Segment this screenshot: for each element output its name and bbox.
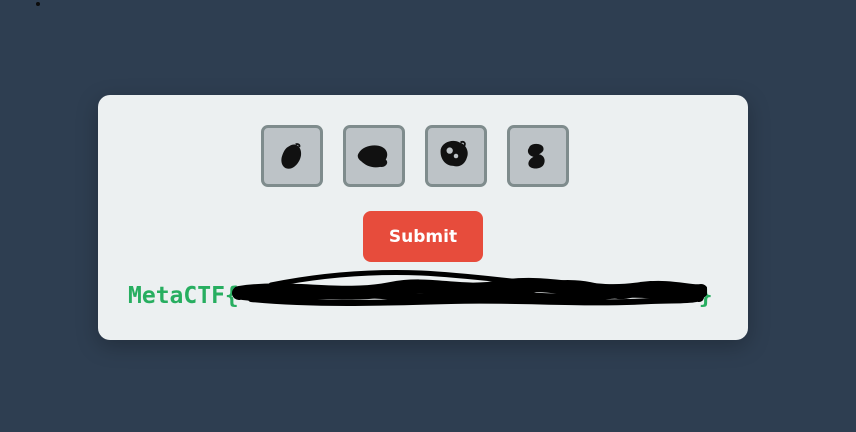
submit-button[interactable]: Submit xyxy=(363,211,483,262)
captcha-tile-3[interactable] xyxy=(425,125,487,187)
scribble-blob-2-icon xyxy=(357,145,388,168)
flag-redacted xyxy=(231,270,707,311)
captcha-tiles xyxy=(261,125,569,191)
flag-prefix: MetaCTF{ xyxy=(128,283,239,309)
captcha-tile-4[interactable] xyxy=(507,125,569,187)
dark-speck xyxy=(36,2,40,6)
captcha-tile-2[interactable] xyxy=(343,125,405,187)
captcha-card: Submit MetaCTF{ } xyxy=(98,95,748,340)
captcha-tile-1[interactable] xyxy=(261,125,323,187)
scribble-blob-4-icon xyxy=(527,143,545,169)
scribble-blob-1-icon xyxy=(281,143,302,169)
scribble-blob-3-icon xyxy=(440,140,468,167)
redaction-scribble xyxy=(231,270,707,306)
flag-display: MetaCTF{ } xyxy=(128,270,728,311)
